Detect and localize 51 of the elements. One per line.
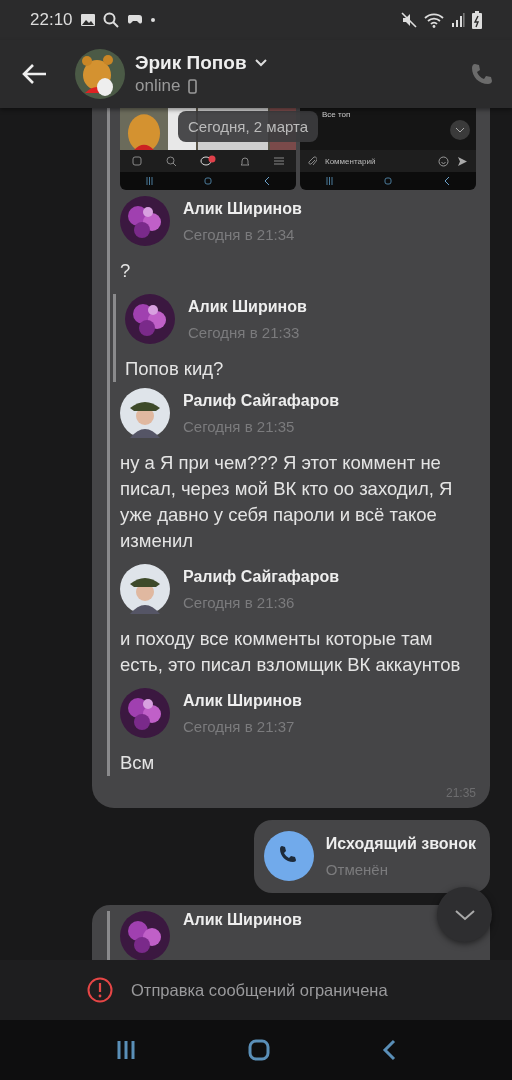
wifi-icon [424,12,444,28]
author-name[interactable]: Алик Ширинов [183,691,302,710]
chat-badge-icon [200,155,216,167]
author-name[interactable]: Алик Ширинов [183,911,302,929]
recent-apps-icon [145,177,153,185]
paperclip-icon [308,155,317,167]
message-text: ну а Я при чем??? Я этот коммент не писал, через мой ВК кто оо заходил, Я уже давно у себя пароли и всё такое изменил [120,451,454,553]
restriction-notice: Отправка сообщений ограничена [131,980,388,1000]
contact-name[interactable]: Эрик Попов [135,52,247,74]
chevron-down-icon [453,908,476,921]
back-arrow-icon[interactable] [22,63,48,85]
chevron-down-icon [450,120,470,140]
search-icon [102,12,119,28]
home-icon [384,177,393,185]
bell-icon [240,155,250,167]
warning-icon [87,977,113,1003]
menu-icon [274,157,284,165]
author-name[interactable]: Алик Ширинов [183,199,302,218]
chevron-down-icon[interactable] [254,59,267,67]
signal-icon [451,12,465,28]
back-icon [264,177,271,185]
phone-icon [263,831,314,881]
message-text: и походу все комменты которые там есть, это писал взломщик ВК аккаунтов [120,627,462,677]
send-icon [457,155,468,167]
dot-icon [150,18,155,22]
phone-icon[interactable] [470,62,494,86]
smiley-icon [438,155,449,167]
phone-device-icon [188,78,198,94]
back-icon[interactable] [382,1039,396,1061]
status-time: 22:10 [30,10,73,30]
comment-field: Комментарий [325,156,376,166]
call-title: Исходящий звонок [325,834,476,853]
recent-apps-icon [325,177,333,185]
battery-icon [472,11,482,29]
date-pill: Сегодня, 2 марта [178,111,319,142]
author-name[interactable]: Ралиф Сайгафаров [183,567,340,586]
home-icon[interactable] [248,1039,270,1061]
mute-icon [401,12,417,28]
post-caption: Все топ [322,110,351,119]
online-status: online [135,76,181,96]
author-name[interactable]: Ралиф Сайгафаров [183,391,340,410]
square-icon [132,156,142,166]
home-icon [204,177,213,185]
image-icon [79,13,96,27]
search-icon [166,156,176,166]
recent-apps-icon[interactable] [116,1040,136,1060]
message-text: ? [120,259,132,283]
message-text: Всм [120,751,156,775]
back-icon [444,177,451,185]
author-name[interactable]: Алик Ширинов [188,297,307,316]
message-text: Попов кид? [125,357,225,381]
